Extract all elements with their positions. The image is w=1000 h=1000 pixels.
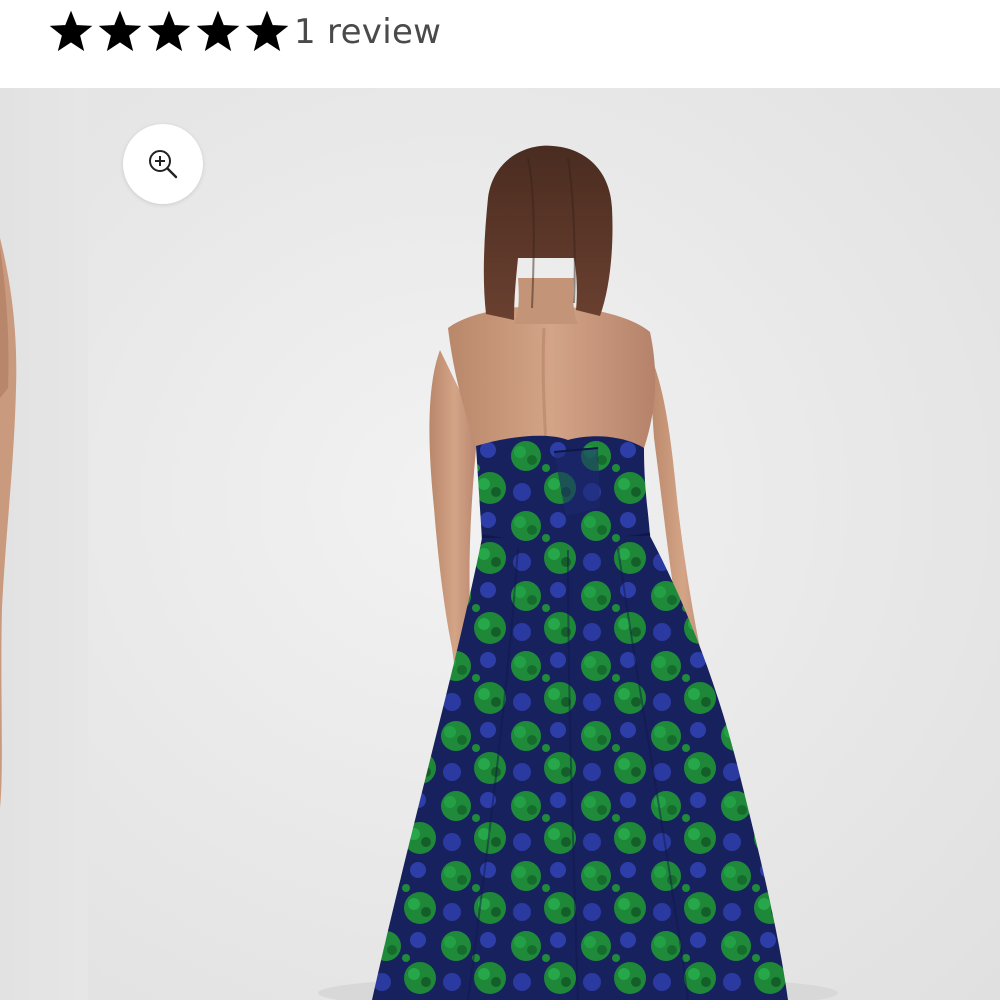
- star-icon: [245, 10, 289, 52]
- model-back-view: [318, 145, 838, 1000]
- review-count-link[interactable]: 1 review: [294, 12, 441, 52]
- product-rating[interactable]: 1 review: [0, 0, 1000, 88]
- star-icon: [98, 10, 142, 52]
- product-image-gallery[interactable]: [0, 88, 1000, 1000]
- previous-product-image[interactable]: [0, 88, 88, 1000]
- star-icon: [196, 10, 240, 52]
- zoom-button[interactable]: [123, 124, 203, 204]
- zoom-in-icon: [149, 150, 178, 179]
- star-icon: [49, 10, 93, 52]
- previous-image-figure: [0, 238, 17, 808]
- star-icon: [147, 10, 191, 52]
- star-rating: [47, 10, 291, 52]
- main-product-image[interactable]: [88, 88, 1000, 1000]
